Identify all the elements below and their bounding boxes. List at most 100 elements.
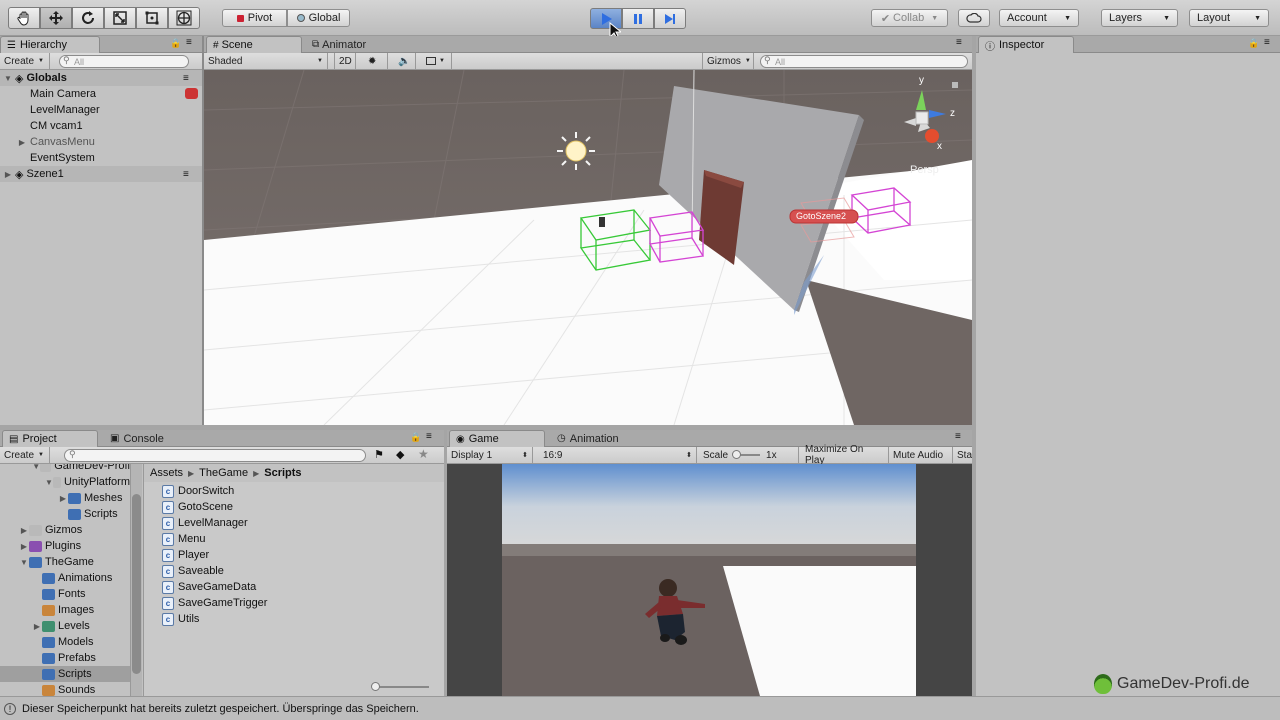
breadcrumb-item-assets[interactable]: Assets: [150, 467, 183, 479]
expand-arrow-icon[interactable]: ▼: [45, 478, 53, 487]
project-tree-item[interactable]: Scripts: [0, 506, 130, 522]
expand-arrow-icon[interactable]: ▶: [19, 526, 29, 535]
account-dropdown[interactable]: Account ▼: [999, 9, 1079, 27]
project-tree-item[interactable]: Prefabs: [0, 650, 130, 666]
hierarchy-item-levelmanager[interactable]: LevelManager: [0, 102, 100, 118]
scale-slider-thumb[interactable]: [732, 450, 742, 459]
expand-arrow-icon[interactable]: ▼: [3, 74, 13, 83]
panel-menu-icon[interactable]: ≡: [426, 431, 432, 442]
transform-tool-icon[interactable]: [168, 7, 200, 29]
filter-label-icon[interactable]: ◆: [396, 448, 404, 461]
lighting-toggle[interactable]: ✹: [364, 53, 388, 69]
panel-menu-icon[interactable]: ≡: [183, 73, 189, 84]
tab-hierarchy[interactable]: ☰ Hierarchy: [0, 36, 100, 53]
tab-project[interactable]: ▤ Project: [2, 430, 98, 447]
project-tree-item[interactable]: Fonts: [0, 586, 130, 602]
collab-dropdown[interactable]: ✔ Collab ▼: [871, 9, 948, 27]
panel-menu-icon[interactable]: ≡: [955, 431, 961, 442]
persp-label[interactable]: Persp: [910, 164, 939, 176]
tab-scene[interactable]: # Scene: [206, 36, 302, 53]
pause-button[interactable]: [622, 8, 654, 29]
layers-dropdown[interactable]: Layers ▼: [1101, 9, 1178, 27]
lock-icon[interactable]: 🔒: [170, 38, 181, 49]
project-tree-item[interactable]: Scripts: [0, 666, 130, 682]
scale-tool-icon[interactable]: [104, 7, 136, 29]
layout-dropdown[interactable]: Layout ▼: [1189, 9, 1269, 27]
hierarchy-search-input[interactable]: ⚲ All: [59, 55, 189, 68]
project-tree-item[interactable]: ▼ TheGame: [0, 554, 130, 570]
hierarchy-item-canvasmenu[interactable]: ▶ CanvasMenu: [0, 134, 95, 150]
script-file-item[interactable]: c Player: [162, 547, 209, 563]
project-tree-item[interactable]: ▶ Gizmos: [0, 522, 130, 538]
game-viewport[interactable]: [447, 464, 972, 696]
cloud-button[interactable]: [958, 9, 990, 27]
display-dropdown[interactable]: Display 1 ⬍: [447, 447, 533, 463]
project-tree-item[interactable]: Models: [0, 634, 130, 650]
mute-audio-toggle[interactable]: Mute Audio: [889, 447, 953, 463]
project-tree-item[interactable]: ▼ UnityPlatform: [0, 474, 130, 490]
zoom-slider-thumb[interactable]: [371, 682, 380, 691]
global-button[interactable]: Global: [287, 9, 350, 27]
maximize-on-play-toggle[interactable]: Maximize On Play: [801, 444, 889, 466]
expand-arrow-icon[interactable]: ▶: [58, 494, 68, 503]
scene-row-globals[interactable]: ▼ ◈ Globals ≡: [0, 70, 202, 86]
expand-arrow-icon[interactable]: ▶: [19, 542, 29, 551]
project-tree-item[interactable]: ▼ GameDev-Profi: [0, 464, 130, 474]
scene-row-szene1[interactable]: ▶ ◈ Szene1 ≡: [0, 166, 202, 182]
project-tree-item[interactable]: Images: [0, 602, 130, 618]
scale-control[interactable]: Scale 1x: [699, 447, 799, 463]
tab-animation[interactable]: ◷ Animation: [551, 430, 651, 447]
rotate-tool-icon[interactable]: [72, 7, 104, 29]
panel-menu-icon[interactable]: ≡: [1264, 37, 1270, 48]
hand-tool-icon[interactable]: [8, 7, 40, 29]
script-file-item[interactable]: c SaveGameData: [162, 579, 256, 595]
2d-toggle[interactable]: 2D: [334, 53, 356, 69]
panel-menu-icon[interactable]: ≡: [186, 37, 192, 48]
lock-icon[interactable]: 🔒: [410, 432, 421, 443]
zoom-slider[interactable]: [371, 682, 429, 691]
move-tool-icon[interactable]: [40, 7, 72, 29]
project-tree-item[interactable]: Sounds: [0, 682, 130, 696]
project-search-input[interactable]: ⚲: [64, 449, 366, 462]
stats-toggle[interactable]: Stat: [953, 447, 972, 463]
scene-search-input[interactable]: ⚲ All: [760, 55, 968, 68]
hierarchy-item-main-camera[interactable]: Main Camera: [0, 86, 202, 102]
project-tree-item[interactable]: ▶ Meshes: [0, 490, 130, 506]
scrollbar-thumb[interactable]: [132, 494, 141, 674]
favorite-star-icon[interactable]: ★: [418, 447, 429, 461]
tab-game[interactable]: ◉ Game: [449, 430, 545, 447]
breadcrumb-item-thegame[interactable]: TheGame: [199, 467, 248, 479]
shading-mode-dropdown[interactable]: Shaded ▼: [204, 53, 328, 69]
tab-animator[interactable]: ⧉ Animator: [306, 36, 406, 53]
script-file-item[interactable]: c SaveGameTrigger: [162, 595, 267, 611]
project-create-dropdown[interactable]: Create ▼: [0, 447, 50, 463]
panel-menu-icon[interactable]: ≡: [183, 169, 189, 180]
expand-arrow-icon[interactable]: ▶: [17, 138, 27, 147]
project-tree-item[interactable]: Animations: [0, 570, 130, 586]
script-file-item[interactable]: c GotoScene: [162, 499, 233, 515]
script-file-item[interactable]: c LevelManager: [162, 515, 248, 531]
hierarchy-item-cm-vcam1[interactable]: CM vcam1: [0, 118, 83, 134]
tab-inspector[interactable]: ⓘ Inspector: [978, 36, 1074, 53]
expand-arrow-icon[interactable]: ▶: [3, 170, 13, 179]
panel-menu-icon[interactable]: ≡: [956, 37, 962, 48]
expand-arrow-icon[interactable]: ▶: [32, 622, 42, 631]
script-file-item[interactable]: c Saveable: [162, 563, 224, 579]
script-file-item[interactable]: c Utils: [162, 611, 199, 627]
breadcrumb-item-scripts[interactable]: Scripts: [264, 467, 301, 479]
scene-viewport[interactable]: y z x Persp GotoSzene2: [204, 70, 972, 425]
lock-icon[interactable]: 🔒: [1248, 38, 1259, 49]
effects-dropdown[interactable]: ▼: [422, 53, 452, 69]
rect-tool-icon[interactable]: [136, 7, 168, 29]
hierarchy-item-eventsystem[interactable]: EventSystem: [0, 150, 95, 166]
audio-toggle[interactable]: 🔈: [394, 53, 416, 69]
pivot-button[interactable]: Pivot: [222, 9, 287, 27]
step-button[interactable]: [654, 8, 686, 29]
filter-type-icon[interactable]: ⚑: [374, 448, 384, 461]
status-message[interactable]: Dieser Speicherpunkt hat bereits zuletzt…: [22, 703, 419, 715]
expand-arrow-icon[interactable]: ▼: [19, 558, 29, 567]
gizmos-dropdown[interactable]: Gizmos ▼: [702, 53, 754, 69]
scale-slider[interactable]: [732, 450, 761, 459]
script-file-item[interactable]: c DoorSwitch: [162, 483, 234, 499]
project-tree-item[interactable]: ▶ Plugins: [0, 538, 130, 554]
